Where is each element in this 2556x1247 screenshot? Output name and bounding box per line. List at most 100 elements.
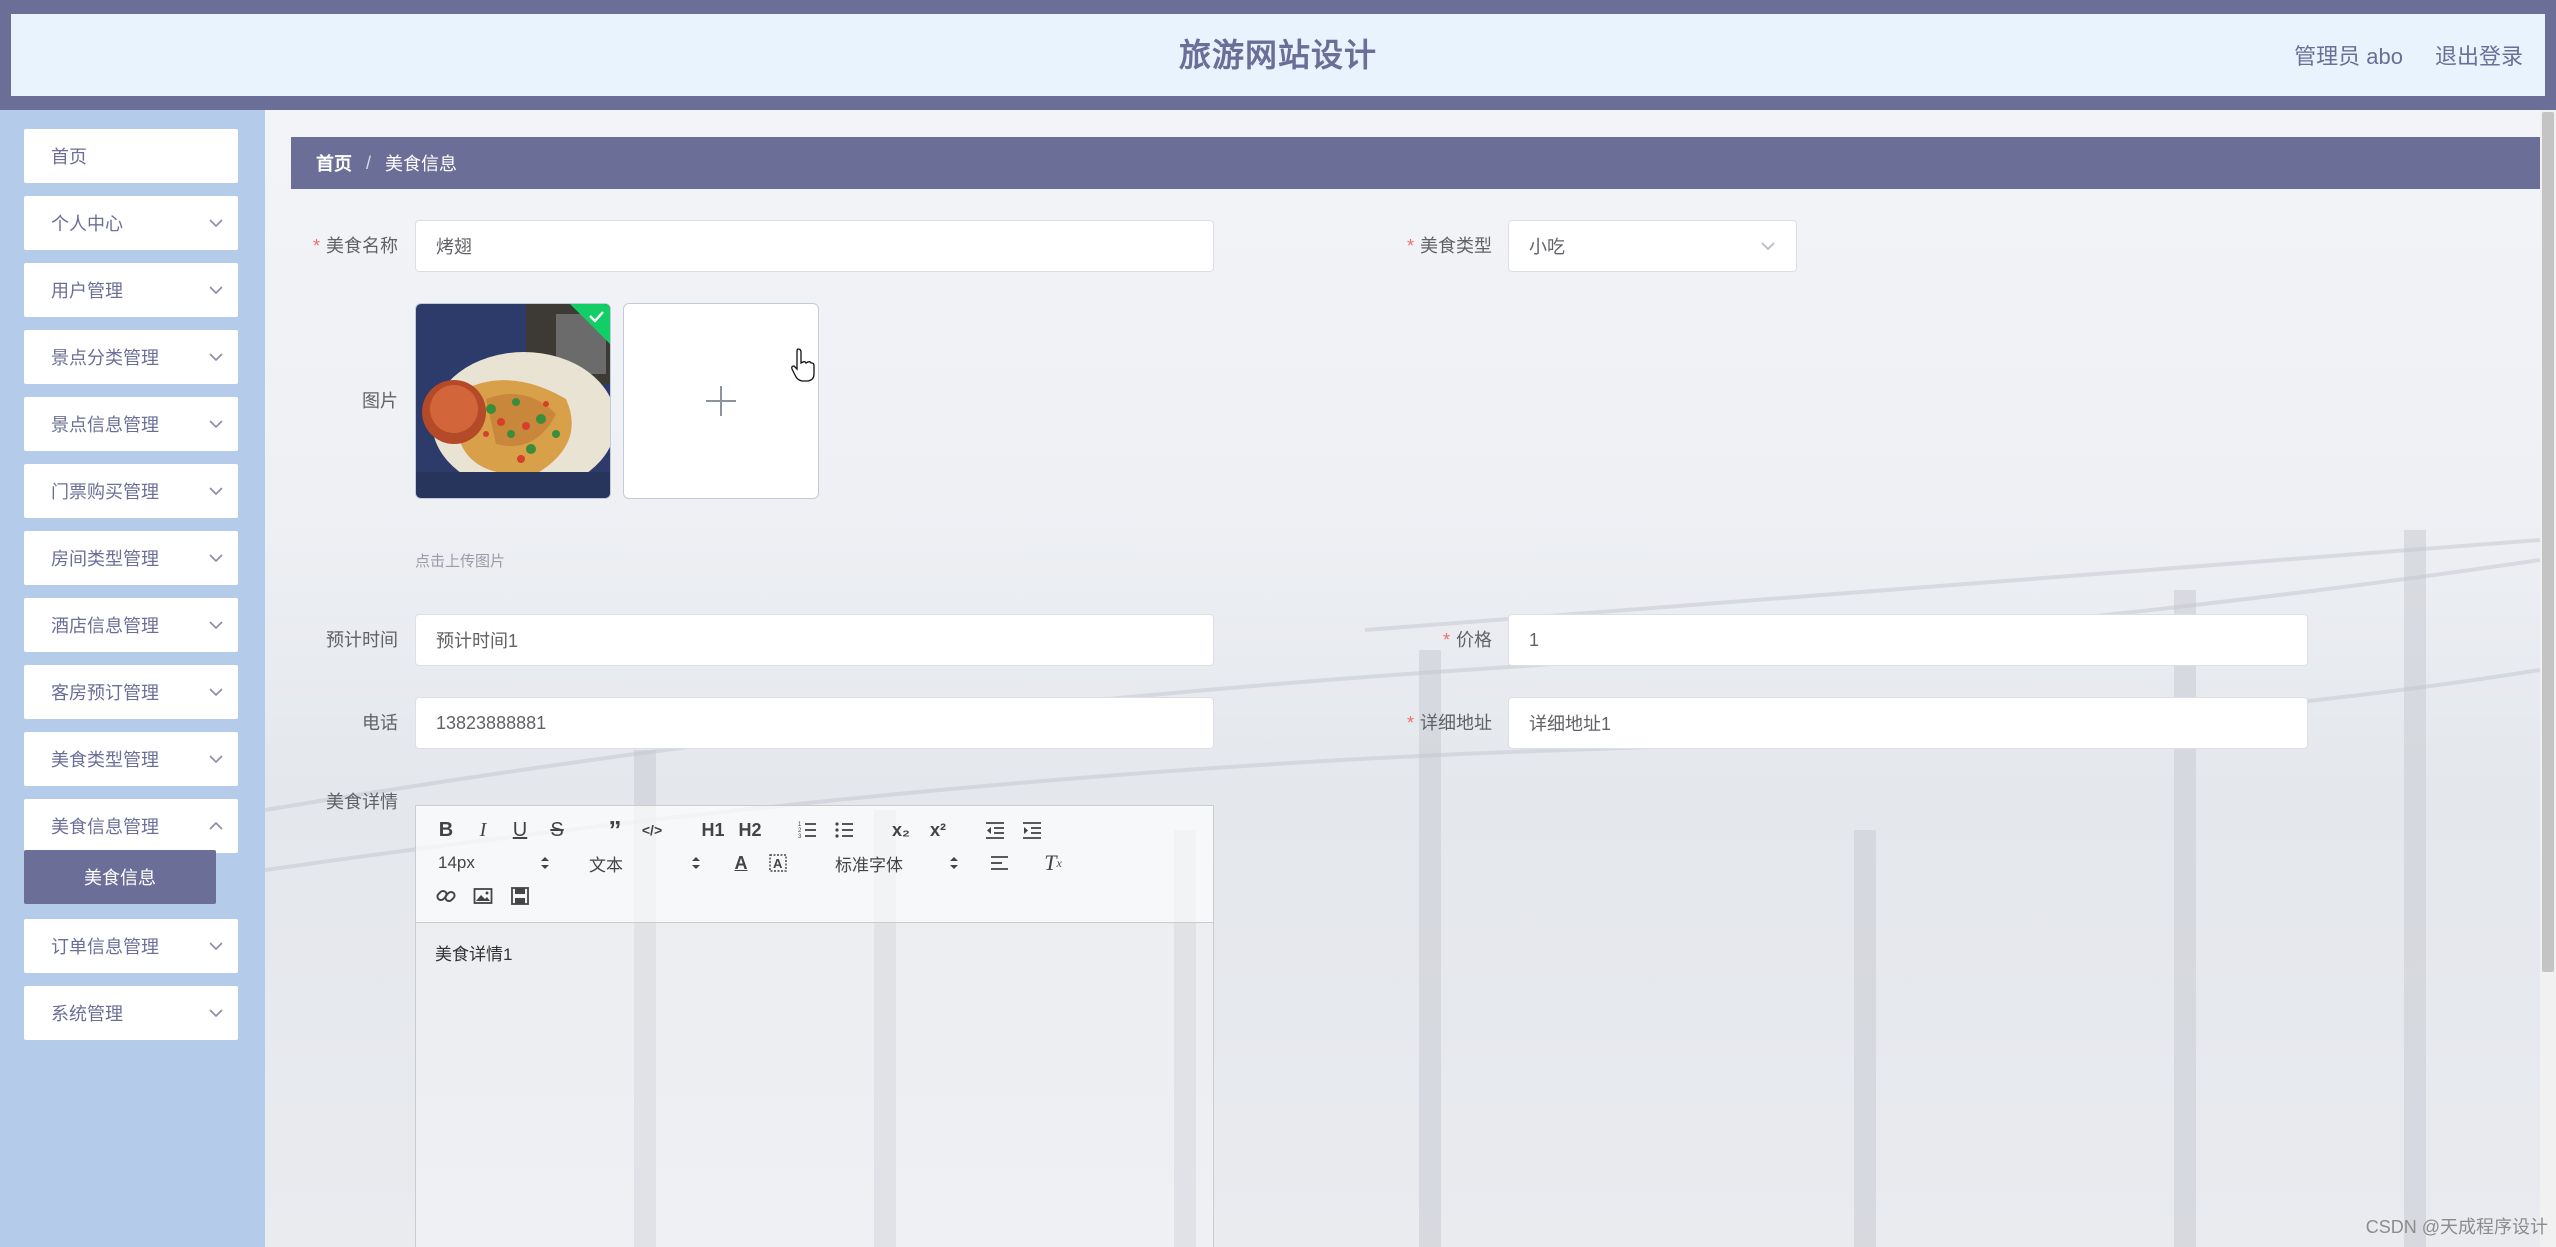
- font-color-icon[interactable]: A: [727, 849, 755, 877]
- sidebar-item-spot-category[interactable]: 景点分类管理: [24, 330, 238, 384]
- expected-time-input[interactable]: 预计时间1: [415, 614, 1214, 666]
- breadcrumb-home[interactable]: 首页: [316, 150, 352, 176]
- expected-time-label: 预计时间: [326, 630, 398, 650]
- background-color-icon[interactable]: A: [764, 849, 792, 877]
- phone-input[interactable]: 13823888881: [415, 697, 1214, 749]
- header-picker-value: 文本: [589, 855, 623, 875]
- price-input[interactable]: 1: [1508, 614, 2308, 666]
- chevron-down-icon: [209, 942, 223, 951]
- sidebar-item-ticket-purchase[interactable]: 门票购买管理: [24, 464, 238, 518]
- sidebar-item-label: 美食信息管理: [51, 817, 159, 837]
- chevron-down-icon: [209, 353, 223, 362]
- font-size-value: 14px: [438, 853, 475, 872]
- chevron-down-icon: [209, 487, 223, 496]
- indent-icon[interactable]: [1018, 816, 1046, 844]
- breadcrumb: 首页 / 美食信息: [291, 137, 2540, 189]
- user-area: 管理员 abo 退出登录: [2294, 14, 2523, 96]
- sidebar-item-hotel-info[interactable]: 酒店信息管理: [24, 598, 238, 652]
- sidebar-subitem-food-info[interactable]: 美食信息: [24, 850, 216, 904]
- upload-hint: 点击上传图片: [415, 553, 506, 570]
- sidebar-item-spot-info[interactable]: 景点信息管理: [24, 397, 238, 451]
- heading-2-icon[interactable]: H2: [736, 816, 764, 844]
- header-picker[interactable]: 文本: [589, 849, 701, 877]
- subscript-icon[interactable]: x₂: [887, 816, 915, 844]
- sidebar-item-order-info[interactable]: 订单信息管理: [24, 919, 238, 973]
- editor-content[interactable]: 美食详情1: [435, 940, 512, 965]
- sidebar-item-label: 首页: [51, 147, 87, 167]
- logout-button[interactable]: 退出登录: [2435, 39, 2523, 71]
- svg-text:A: A: [773, 856, 783, 871]
- chevron-up-icon: [209, 821, 223, 830]
- picker-arrow-icon: [692, 857, 700, 869]
- chevron-down-icon: [209, 755, 223, 764]
- chevron-down-icon: [209, 688, 223, 697]
- video-icon[interactable]: [506, 882, 534, 910]
- sidebar-item-system[interactable]: 系统管理: [24, 986, 238, 1040]
- font-family-picker[interactable]: 标准字体: [835, 849, 959, 877]
- chevron-down-icon: [1761, 242, 1775, 251]
- mouse-cursor-hand-icon: [791, 348, 815, 382]
- heading-1-icon[interactable]: H1: [699, 816, 727, 844]
- picker-arrow-icon: [541, 857, 549, 869]
- sidebar-item-user-management[interactable]: 用户管理: [24, 263, 238, 317]
- editor-toolbar: B I U S ” </> H1 H2 123 x₂ x² 14px 文本 A …: [416, 806, 1213, 923]
- chevron-down-icon: [209, 554, 223, 563]
- price-label: * 价格: [1442, 630, 1492, 650]
- success-check-icon: [570, 304, 610, 344]
- sidebar-item-label: 景点分类管理: [51, 348, 159, 368]
- site-title: 旅游网站设计: [1178, 37, 1377, 73]
- sidebar-item-personal-center[interactable]: 个人中心: [24, 196, 238, 250]
- blockquote-icon[interactable]: ”: [601, 815, 629, 845]
- bullet-list-icon[interactable]: [830, 816, 858, 844]
- sidebar-item-label: 酒店信息管理: [51, 616, 159, 636]
- italic-icon[interactable]: I: [469, 816, 497, 844]
- sidebar-item-label: 用户管理: [51, 281, 123, 301]
- clear-format-icon[interactable]: Tx: [1039, 849, 1067, 877]
- ordered-list-icon[interactable]: 123: [793, 816, 821, 844]
- food-detail-label: 美食详情: [326, 792, 398, 812]
- sidebar-item-home[interactable]: 首页: [24, 129, 238, 183]
- plus-icon: [706, 386, 736, 416]
- outdent-icon[interactable]: [981, 816, 1009, 844]
- phone-label: 电话: [362, 713, 398, 733]
- upload-image-button[interactable]: [623, 303, 819, 499]
- breadcrumb-separator: /: [366, 152, 372, 173]
- font-size-picker[interactable]: 14px: [438, 849, 550, 877]
- strikethrough-icon[interactable]: S: [543, 816, 571, 844]
- bold-icon[interactable]: B: [432, 816, 460, 844]
- picker-arrow-icon: [950, 857, 958, 869]
- sidebar-item-label: 美食类型管理: [51, 750, 159, 770]
- food-name-label: * 美食名称: [312, 236, 398, 256]
- code-block-icon[interactable]: </>: [638, 816, 666, 844]
- breadcrumb-current: 美食信息: [385, 154, 458, 174]
- align-icon[interactable]: [986, 849, 1014, 877]
- food-name-input[interactable]: 烤翅: [415, 220, 1214, 272]
- font-family-value: 标准字体: [835, 855, 903, 875]
- page-scrollbar-thumb[interactable]: [2542, 112, 2554, 972]
- image-label: 图片: [362, 391, 398, 411]
- svg-text:3: 3: [798, 834, 802, 840]
- main-content: 首页 / 美食信息 * 美食名称 烤翅 * 美食类型 小吃 图片 点击上传图片 …: [265, 110, 2540, 1247]
- link-icon[interactable]: [432, 882, 460, 910]
- chevron-down-icon: [209, 219, 223, 228]
- image-icon[interactable]: [469, 882, 497, 910]
- superscript-icon[interactable]: x²: [924, 816, 952, 844]
- sidebar-item-room-booking[interactable]: 客房预订管理: [24, 665, 238, 719]
- sidebar-item-label: 系统管理: [51, 1004, 123, 1024]
- sidebar-item-food-info[interactable]: 美食信息管理: [24, 799, 238, 853]
- sidebar-item-room-type[interactable]: 房间类型管理: [24, 531, 238, 585]
- sidebar-item-label: 房间类型管理: [51, 549, 159, 569]
- chevron-down-icon: [209, 420, 223, 429]
- sidebar-item-label: 个人中心: [51, 214, 123, 234]
- rich-text-editor[interactable]: B I U S ” </> H1 H2 123 x₂ x² 14px 文本 A …: [415, 805, 1214, 1247]
- sidebar-item-food-type[interactable]: 美食类型管理: [24, 732, 238, 786]
- chevron-down-icon: [209, 1009, 223, 1018]
- underline-icon[interactable]: U: [506, 816, 534, 844]
- sidebar-item-label: 订单信息管理: [51, 937, 159, 957]
- sidebar: 首页 个人中心 用户管理 景点分类管理 景点信息管理 门票购买管理 房间类型管理…: [0, 110, 265, 1247]
- header: 旅游网站设计 管理员 abo 退出登录: [11, 14, 2545, 96]
- address-input[interactable]: 详细地址1: [1508, 697, 2308, 749]
- uploaded-food-image[interactable]: [415, 303, 611, 499]
- food-type-select[interactable]: 小吃: [1508, 220, 1797, 272]
- chevron-down-icon: [209, 621, 223, 630]
